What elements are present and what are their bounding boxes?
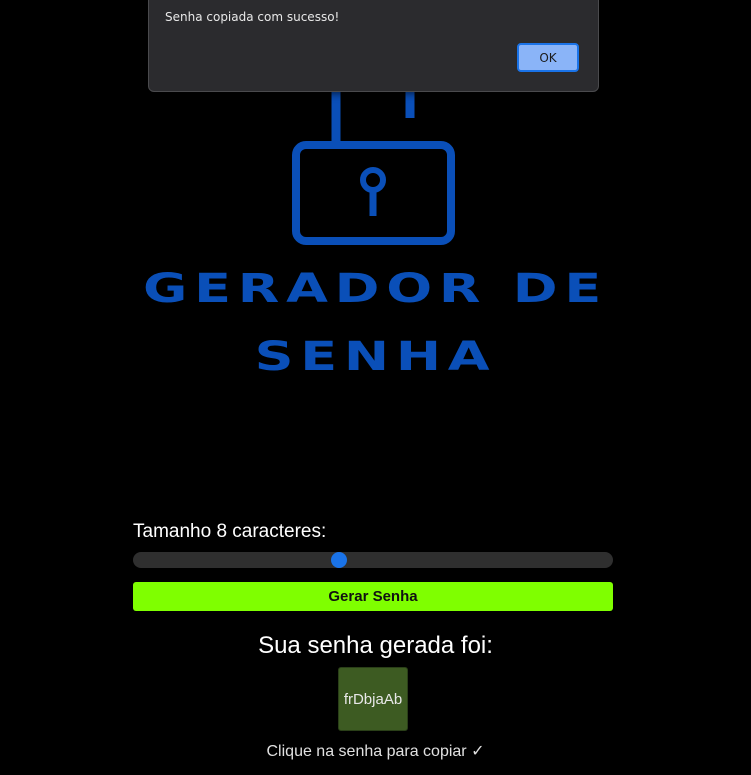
copy-hint: Clique na senha para copiar ✓ [266,743,485,760]
generate-password-button[interactable]: Gerar Senha [133,582,613,611]
alert-dialog: Senha copiada com sucesso! OK [148,0,599,92]
ok-button[interactable]: OK [517,43,579,72]
page: GERADOR DE SENHA Senha copiada com suces… [0,0,751,775]
logo-title-line1: GERADOR DE [143,266,608,312]
logo-title-line2: SENHA [254,334,497,380]
password-length-slider[interactable] [133,552,613,568]
result-title: Sua senha gerada foi: [258,632,493,659]
slider-thumb[interactable] [331,552,348,568]
dialog-message: Senha copiada com sucesso! [165,10,340,24]
generated-password[interactable]: frDbjaAb [338,667,408,731]
password-length-label: Tamanho 8 caracteres: [133,521,327,542]
